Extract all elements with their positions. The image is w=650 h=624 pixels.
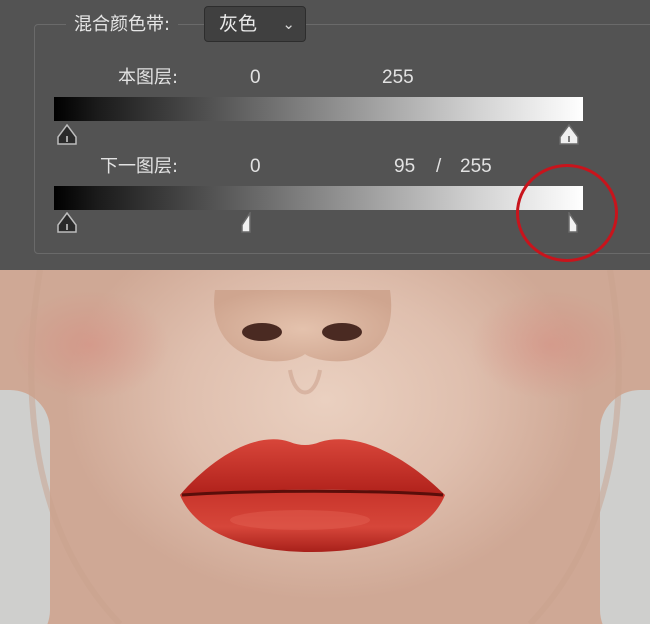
- blend-if-channel-value: 灰色: [219, 13, 258, 35]
- underlying-layer-label: 下一图层:: [100, 156, 179, 177]
- underlying-layer-black-value: 0: [250, 156, 261, 177]
- upper-lip: [180, 439, 445, 495]
- face-photo: [0, 270, 650, 624]
- slider-triangle-icon: [57, 124, 77, 145]
- chevron-down-icon: ⌄: [282, 15, 295, 33]
- underlying-layer-black-slider[interactable]: [56, 212, 78, 234]
- blend-if-channel-select[interactable]: 灰色 ⌄: [204, 6, 306, 42]
- this-layer-label: 本图层:: [118, 67, 179, 88]
- underlying-layer-separator: /: [436, 156, 442, 177]
- right-nostril: [322, 323, 362, 341]
- slider-triangle-icon: [57, 212, 77, 233]
- nose: [214, 290, 392, 362]
- highlight-circle-annotation: [516, 164, 618, 262]
- underlying-layer-gradient-bar: [54, 186, 583, 210]
- blend-if-label: 混合颜色带:: [66, 10, 179, 40]
- this-layer-black-value: 0: [250, 67, 261, 88]
- this-layer-black-slider[interactable]: [56, 124, 78, 146]
- underlying-layer-white-split-left-slider[interactable]: [239, 212, 261, 234]
- this-layer-white-slider[interactable]: [558, 124, 580, 146]
- slider-triangle-icon: [559, 124, 579, 145]
- blend-if-panel: 混合颜色带: 灰色 ⌄ 本图层: 0 255 下一图层: 0 95 / 255: [0, 0, 650, 270]
- this-layer-gradient-bar: [54, 97, 583, 121]
- left-nostril: [242, 323, 282, 341]
- face-features-illustration: [28, 270, 622, 624]
- underlying-layer-white-high-value: 255: [460, 156, 492, 177]
- this-layer-white-value: 255: [382, 67, 414, 88]
- half-slider-icon: [241, 212, 251, 233]
- underlying-layer-white-low-value: 95: [394, 156, 416, 177]
